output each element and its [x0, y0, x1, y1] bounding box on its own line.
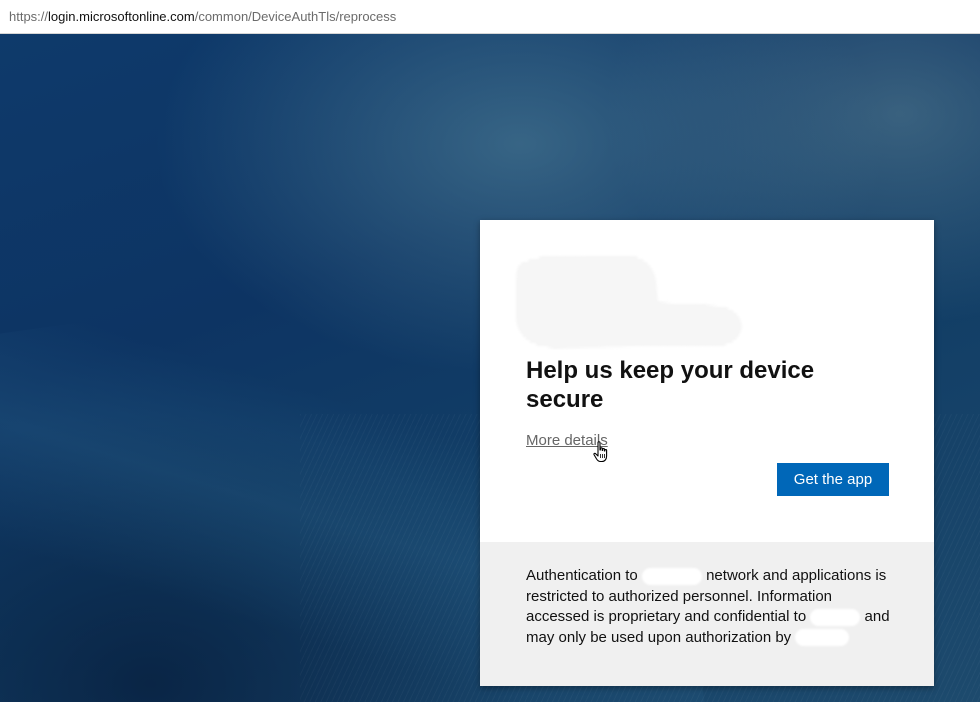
redacted-org-name [810, 608, 861, 626]
authorization-notice: Authentication to network and applicatio… [526, 566, 896, 648]
url-scheme: https:// [9, 9, 49, 24]
notice-text-1: Authentication to [526, 567, 638, 584]
url-path: /common/DeviceAuthTls/reprocess [194, 9, 397, 24]
card-footer: Authentication to network and applicatio… [480, 542, 934, 686]
address-bar[interactable]: https://login.microsoftonline.com/common… [0, 0, 980, 34]
redacted-org-name [641, 567, 702, 585]
get-the-app-button[interactable]: Get the app [777, 463, 889, 496]
redacted-logo-image [516, 255, 742, 348]
card-main-section: Help us keep your device secure More det… [480, 220, 934, 542]
sign-in-card: Help us keep your device secure More det… [480, 220, 934, 686]
page-title: Help us keep your device secure [526, 357, 815, 413]
hand-pointer-icon [593, 441, 608, 463]
redacted-org-name [795, 629, 850, 647]
url-host: login.microsoftonline.com [48, 9, 195, 24]
